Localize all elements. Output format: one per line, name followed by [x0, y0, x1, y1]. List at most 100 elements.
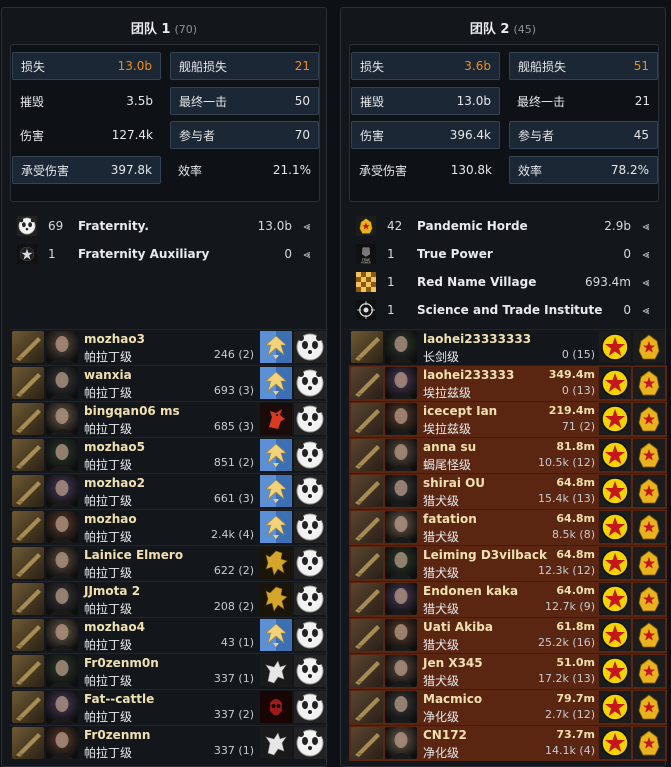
pilot-name[interactable]: mozhao4 [84, 620, 145, 634]
alliance-logo-icon[interactable] [633, 619, 665, 651]
pilot-name[interactable]: Endonen kaka [423, 584, 518, 598]
corp-logo-icon[interactable] [599, 403, 631, 435]
alliance-logo-icon[interactable] [633, 331, 665, 363]
ship-icon[interactable] [12, 727, 44, 759]
corp-logo-icon[interactable] [599, 367, 631, 399]
pilot-row[interactable]: Fr0zenmn 帕拉丁级 337 (1) [10, 725, 328, 761]
corp-logo-icon[interactable] [599, 331, 631, 363]
pilot-portrait[interactable] [385, 727, 417, 759]
ship-icon[interactable] [12, 691, 44, 723]
pilot-row[interactable]: anna su 蝎尾怪级 81.8m 10.5k (12) [349, 437, 667, 473]
share-icon[interactable]: ⪡ [637, 219, 655, 234]
pilot-portrait[interactable] [46, 619, 78, 651]
alliance-logo-icon[interactable] [633, 727, 665, 759]
ship-icon[interactable] [351, 511, 383, 543]
ship-icon[interactable] [351, 439, 383, 471]
corp-logo-icon[interactable] [599, 511, 631, 543]
ship-icon[interactable] [351, 403, 383, 435]
pilot-row[interactable]: Jen X345 猎犬级 51.0m 17.2k (13) [349, 653, 667, 689]
corp-logo-icon[interactable] [599, 547, 631, 579]
pilot-row[interactable]: mozhao5 帕拉丁级 851 (2) [10, 437, 328, 473]
group-row[interactable]: 42 Pandemic Horde 2.9b ⪡ [355, 214, 655, 238]
pilot-name[interactable]: mozhao3 [84, 332, 145, 346]
pilot-name[interactable]: mozhao5 [84, 440, 145, 454]
pilot-name[interactable]: Jen X345 [423, 656, 483, 670]
pilot-row[interactable]: shirai OU 猎犬级 64.8m 15.4k (13) [349, 473, 667, 509]
pilot-row[interactable]: Uati Akiba 猎犬级 61.8m 25.2k (16) [349, 617, 667, 653]
pilot-portrait[interactable] [385, 367, 417, 399]
corp-logo-icon[interactable] [260, 727, 292, 759]
ship-icon[interactable] [12, 511, 44, 543]
pilot-portrait[interactable] [385, 655, 417, 687]
pilot-portrait[interactable] [46, 727, 78, 759]
corp-logo-icon[interactable] [599, 619, 631, 651]
pilot-name[interactable]: JJmota 2 [84, 584, 140, 598]
pilot-row[interactable]: wanxia 帕拉丁级 693 (3) [10, 365, 328, 401]
ship-icon[interactable] [351, 331, 383, 363]
ship-icon[interactable] [12, 583, 44, 615]
ship-icon[interactable] [351, 475, 383, 507]
panda-icon[interactable] [294, 403, 326, 435]
pilot-row[interactable]: mozhao2 帕拉丁级 661 (3) [10, 473, 328, 509]
pilot-portrait[interactable] [46, 691, 78, 723]
alliance-logo-icon[interactable] [633, 439, 665, 471]
alliance-logo-icon[interactable] [633, 403, 665, 435]
ship-icon[interactable] [12, 439, 44, 471]
pilot-name[interactable]: mozhao2 [84, 476, 145, 490]
corp-logo-icon[interactable] [599, 691, 631, 723]
corp-logo-icon[interactable] [260, 403, 292, 435]
ship-icon[interactable] [351, 583, 383, 615]
pilot-row[interactable]: Fr0zenm0n 帕拉丁级 337 (1) [10, 653, 328, 689]
pilot-portrait[interactable] [385, 547, 417, 579]
pilot-portrait[interactable] [46, 583, 78, 615]
pilot-row[interactable]: laohei233333 埃拉兹级 349.4m 0 (13) [349, 365, 667, 401]
pilot-name[interactable]: laohei23333333 [423, 332, 531, 346]
ship-icon[interactable] [351, 655, 383, 687]
pilot-name[interactable]: Lainice Elmero [84, 548, 183, 562]
pilot-portrait[interactable] [385, 439, 417, 471]
pilot-name[interactable]: Fat--cattle [84, 692, 154, 706]
panda-icon[interactable] [294, 583, 326, 615]
pilot-row[interactable]: fatation 猎犬级 64.8m 8.5k (8) [349, 509, 667, 545]
share-icon[interactable]: ⪡ [637, 303, 655, 318]
pilot-row[interactable]: Lainice Elmero 帕拉丁级 622 (2) [10, 545, 328, 581]
pilot-row[interactable]: JJmota 2 帕拉丁级 208 (2) [10, 581, 328, 617]
pilot-portrait[interactable] [46, 331, 78, 363]
group-row[interactable]: 1 Fraternity Auxiliary 0 ⪡ [16, 242, 316, 266]
pilot-name[interactable]: bingqan06 ms [84, 404, 180, 418]
pilot-portrait[interactable] [46, 403, 78, 435]
pilot-row[interactable]: bingqan06 ms 帕拉丁级 685 (3) [10, 401, 328, 437]
pilot-row[interactable]: laohei23333333 长剑级 0 (15) [349, 329, 667, 365]
ship-icon[interactable] [351, 619, 383, 651]
pilot-portrait[interactable] [385, 475, 417, 507]
corp-logo-icon[interactable] [260, 655, 292, 687]
ship-icon[interactable] [351, 727, 383, 759]
pilot-portrait[interactable] [46, 547, 78, 579]
alliance-logo-icon[interactable] [633, 367, 665, 399]
panda-icon[interactable] [294, 367, 326, 399]
pilot-row[interactable]: CN172 净化级 73.7m 14.1k (4) [349, 725, 667, 761]
panda-icon[interactable] [294, 727, 326, 759]
share-icon[interactable]: ⪡ [298, 219, 316, 234]
alliance-logo-icon[interactable] [633, 655, 665, 687]
ship-icon[interactable] [12, 619, 44, 651]
corp-logo-icon[interactable] [599, 727, 631, 759]
pilot-name[interactable]: Fr0zenmn [84, 728, 150, 742]
share-icon[interactable]: ⪡ [637, 275, 655, 290]
pilot-name[interactable]: Leiming D3vilback [423, 548, 547, 562]
corp-logo-icon[interactable] [260, 331, 292, 363]
pilot-row[interactable]: Macmico 净化级 79.7m 2.7k (12) [349, 689, 667, 725]
pilot-portrait[interactable] [46, 367, 78, 399]
pilot-row[interactable]: Leiming D3vilback 猎犬级 64.8m 12.3k (12) [349, 545, 667, 581]
pilot-row[interactable]: mozhao4 帕拉丁级 43 (1) [10, 617, 328, 653]
group-row[interactable]: 1 Red Name Village 693.4m ⪡ [355, 270, 655, 294]
pilot-name[interactable]: wanxia [84, 368, 132, 382]
pilot-row[interactable]: Fat--cattle 帕拉丁级 337 (2) [10, 689, 328, 725]
pilot-name[interactable]: Fr0zenm0n [84, 656, 159, 670]
ship-icon[interactable] [12, 331, 44, 363]
pilot-portrait[interactable] [385, 691, 417, 723]
pilot-portrait[interactable] [46, 511, 78, 543]
group-row[interactable]: 69 Fraternity. 13.0b ⪡ [16, 214, 316, 238]
pilot-name[interactable]: shirai OU [423, 476, 485, 490]
alliance-logo-icon[interactable] [633, 691, 665, 723]
